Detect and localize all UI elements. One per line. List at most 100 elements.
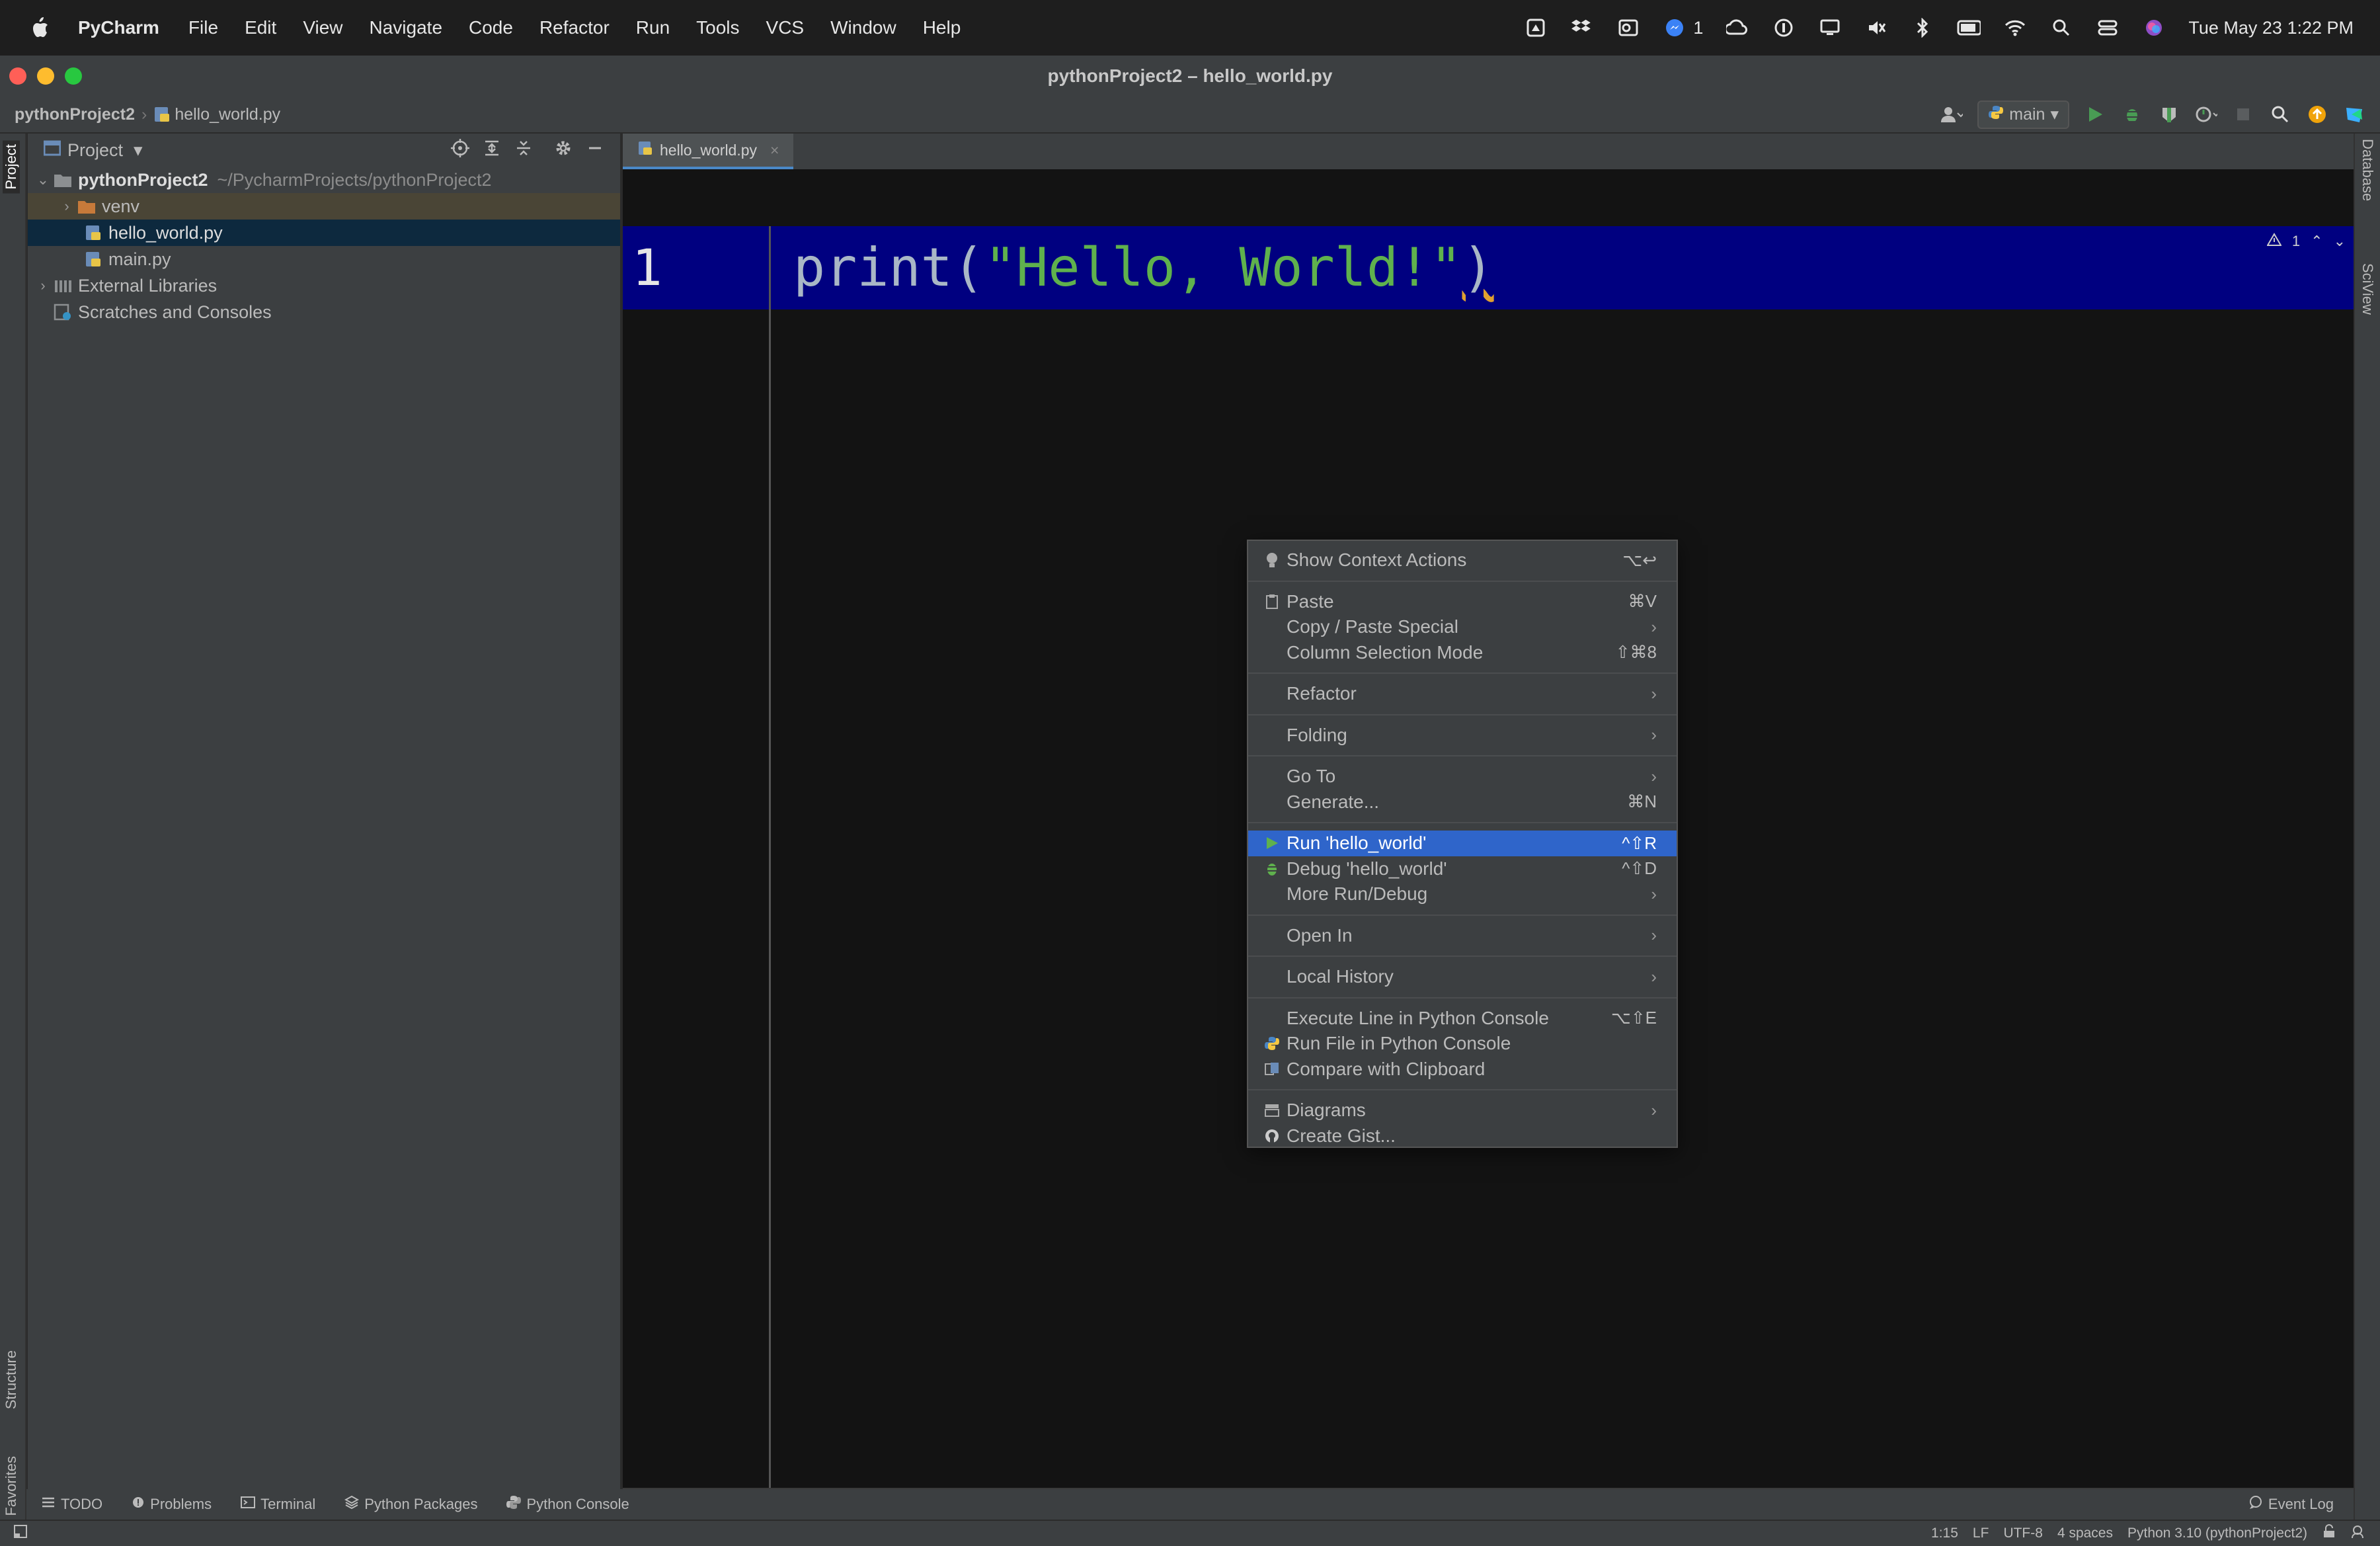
python-console-tool-button[interactable]: Python Console bbox=[506, 1495, 629, 1514]
breadcrumb-project[interactable]: pythonProject2 bbox=[15, 105, 135, 124]
tree-item-venv[interactable]: › venv bbox=[28, 193, 620, 220]
breadcrumb-file[interactable]: hello_world.py bbox=[175, 105, 280, 124]
messenger-icon[interactable] bbox=[1663, 16, 1686, 40]
menu-run[interactable]: Run bbox=[636, 17, 670, 38]
debug-icon[interactable] bbox=[2121, 103, 2143, 126]
sciview-tool-tab[interactable]: SciView bbox=[2359, 263, 2376, 315]
jetbrains-toolbox-icon[interactable] bbox=[2343, 103, 2365, 126]
expand-all-icon[interactable] bbox=[483, 139, 501, 162]
menu-item-refactor[interactable]: Refactor › bbox=[1248, 681, 1677, 707]
inspection-profile-icon[interactable] bbox=[2351, 1524, 2367, 1543]
coverage-icon[interactable] bbox=[2158, 103, 2180, 126]
tree-item-hello-world[interactable]: hello_world.py bbox=[28, 220, 620, 246]
menu-edit[interactable]: Edit bbox=[245, 17, 276, 38]
minimize-window-button[interactable] bbox=[37, 67, 54, 85]
menu-item-run-file-in-console[interactable]: Run File in Python Console bbox=[1248, 1031, 1677, 1057]
account-icon[interactable] bbox=[1940, 103, 1964, 126]
todo-tool-button[interactable]: TODO bbox=[41, 1496, 102, 1513]
onepassword-icon[interactable] bbox=[1772, 16, 1796, 40]
tree-item-external-libraries[interactable]: › External Libraries bbox=[28, 272, 620, 299]
run-icon[interactable] bbox=[2084, 103, 2106, 126]
menu-item-column-selection-mode[interactable]: Column Selection Mode ⇧⌘8 bbox=[1248, 640, 1677, 666]
code-text[interactable]: print("Hello, World!") bbox=[793, 226, 1494, 309]
tree-item-scratches[interactable]: Scratches and Consoles bbox=[28, 299, 620, 325]
editor-tab-hello-world[interactable]: hello_world.py × bbox=[623, 134, 794, 169]
app-menu-pycharm[interactable]: PyCharm bbox=[78, 17, 159, 38]
menu-item-more-run-debug[interactable]: More Run/Debug › bbox=[1248, 881, 1677, 907]
menu-code[interactable]: Code bbox=[469, 17, 513, 38]
structure-tool-tab[interactable]: Structure bbox=[3, 1350, 20, 1409]
menu-item-create-gist[interactable]: Create Gist... bbox=[1248, 1123, 1677, 1149]
chevron-right-icon[interactable]: › bbox=[33, 277, 53, 294]
menu-item-diagrams[interactable]: Diagrams › bbox=[1248, 1098, 1677, 1123]
creative-cloud-icon[interactable] bbox=[1726, 16, 1749, 40]
wifi-icon[interactable] bbox=[2003, 16, 2027, 40]
menu-item-paste[interactable]: Paste ⌘V bbox=[1248, 589, 1677, 615]
close-tab-icon[interactable]: × bbox=[770, 142, 779, 159]
menu-item-debug-hello-world[interactable]: Debug 'hello_world' ^⇧D bbox=[1248, 856, 1677, 882]
locate-file-icon[interactable] bbox=[451, 138, 469, 162]
menu-item-copy-paste-special[interactable]: Copy / Paste Special › bbox=[1248, 614, 1677, 640]
menu-tools[interactable]: Tools bbox=[696, 17, 739, 38]
chevron-right-icon[interactable]: › bbox=[57, 198, 77, 215]
problems-tool-button[interactable]: Problems bbox=[132, 1496, 212, 1513]
line-separator[interactable]: LF bbox=[1973, 1526, 1989, 1541]
drive-icon[interactable] bbox=[1524, 16, 1548, 40]
dropbox-icon[interactable] bbox=[1570, 16, 1594, 40]
menu-window[interactable]: Window bbox=[830, 17, 896, 38]
database-tool-tab[interactable]: Database bbox=[2359, 139, 2376, 201]
chevron-down-icon[interactable]: ⌄ bbox=[33, 171, 53, 188]
display-icon[interactable] bbox=[1818, 16, 1842, 40]
chevron-down-icon[interactable]: ⌄ bbox=[2334, 233, 2346, 250]
hide-panel-icon[interactable] bbox=[586, 139, 604, 162]
project-view-selector[interactable]: Project bbox=[67, 140, 123, 161]
python-packages-tool-button[interactable]: Python Packages bbox=[344, 1495, 477, 1513]
chevron-up-icon[interactable]: ⌃ bbox=[2311, 233, 2322, 250]
collapse-all-icon[interactable] bbox=[514, 139, 533, 162]
menu-item-open-in[interactable]: Open In › bbox=[1248, 923, 1677, 949]
event-log-tool-button[interactable]: Event Log bbox=[2248, 1495, 2334, 1514]
menu-item-generate[interactable]: Generate... ⌘N bbox=[1248, 790, 1677, 815]
lock-icon[interactable] bbox=[2322, 1524, 2336, 1543]
menu-item-folding[interactable]: Folding › bbox=[1248, 723, 1677, 749]
menu-refactor[interactable]: Refactor bbox=[539, 17, 610, 38]
menu-help[interactable]: Help bbox=[923, 17, 961, 38]
terminal-tool-button[interactable]: Terminal bbox=[241, 1496, 315, 1513]
tree-item-main[interactable]: main.py bbox=[28, 246, 620, 272]
chevron-down-icon[interactable]: ▾ bbox=[134, 140, 143, 161]
project-tool-tab[interactable]: Project bbox=[3, 140, 20, 194]
bluetooth-icon[interactable] bbox=[1911, 16, 1934, 40]
menu-item-run-hello-world[interactable]: Run 'hello_world' ^⇧R bbox=[1248, 831, 1677, 856]
stop-icon[interactable] bbox=[2232, 103, 2254, 126]
zoom-window-button[interactable] bbox=[65, 67, 82, 85]
gear-icon[interactable] bbox=[554, 139, 573, 162]
search-everywhere-icon[interactable] bbox=[2269, 103, 2291, 126]
file-encoding[interactable]: UTF-8 bbox=[2003, 1526, 2043, 1541]
run-configuration-selector[interactable]: main ▾ bbox=[1977, 100, 2069, 129]
tree-root-project[interactable]: ⌄ pythonProject2 ~/PycharmProjects/pytho… bbox=[28, 167, 620, 193]
menu-view[interactable]: View bbox=[303, 17, 342, 38]
indent-setting[interactable]: 4 spaces bbox=[2057, 1526, 2113, 1541]
apple-icon[interactable] bbox=[26, 15, 53, 41]
menu-navigate[interactable]: Navigate bbox=[370, 17, 443, 38]
favorites-tool-tab[interactable]: Favorites bbox=[3, 1456, 20, 1516]
menu-vcs[interactable]: VCS bbox=[766, 17, 805, 38]
inspection-widget[interactable]: 1 ⌃ ⌄ bbox=[2266, 233, 2346, 250]
battery-icon[interactable] bbox=[1957, 16, 1981, 40]
menu-item-local-history[interactable]: Local History › bbox=[1248, 964, 1677, 990]
toggle-tool-windows-icon[interactable] bbox=[13, 1524, 28, 1543]
close-window-button[interactable] bbox=[9, 67, 26, 85]
profile-icon[interactable] bbox=[2195, 103, 2217, 126]
clock[interactable]: Tue May 23 1:22 PM bbox=[2188, 18, 2354, 38]
control-center-icon[interactable] bbox=[2096, 16, 2120, 40]
outlook-icon[interactable] bbox=[1616, 16, 1640, 40]
caret-position[interactable]: 1:15 bbox=[1931, 1526, 1958, 1541]
update-icon[interactable] bbox=[2306, 103, 2328, 126]
siri-icon[interactable] bbox=[2142, 16, 2166, 40]
spotlight-search-icon[interactable] bbox=[2049, 16, 2073, 40]
menu-item-go-to[interactable]: Go To › bbox=[1248, 764, 1677, 790]
menu-item-execute-line[interactable]: Execute Line in Python Console ⌥⇧E bbox=[1248, 1006, 1677, 1032]
mute-icon[interactable] bbox=[1864, 16, 1888, 40]
menu-item-compare-clipboard[interactable]: Compare with Clipboard bbox=[1248, 1057, 1677, 1082]
python-interpreter[interactable]: Python 3.10 (pythonProject2) bbox=[2127, 1526, 2307, 1541]
